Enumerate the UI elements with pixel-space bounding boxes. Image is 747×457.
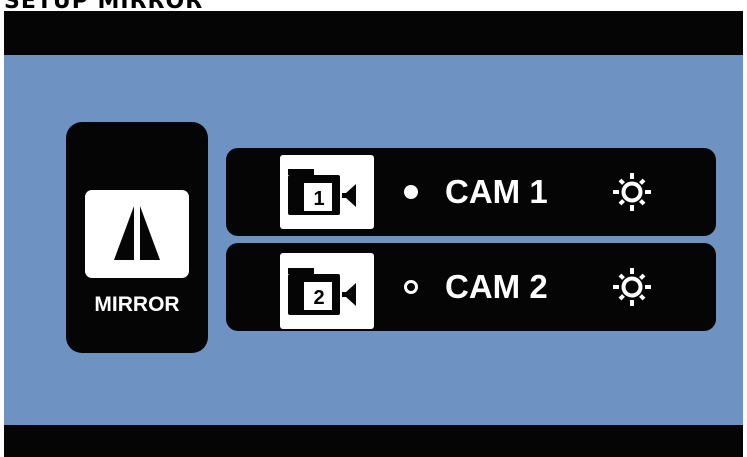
brightness-sun-icon <box>613 173 651 211</box>
cam-1-icon-tile: 1 <box>280 155 374 229</box>
cam-1-label: CAM 1 <box>445 173 548 210</box>
brightness-sun-icon <box>613 268 651 306</box>
cam-1-status-dot <box>404 185 418 199</box>
bottom-bar <box>4 425 743 457</box>
cam-2-icon-tile: 2 <box>280 253 374 329</box>
mirror-button[interactable]: MIRROR <box>66 122 208 353</box>
mirror-flip-icon <box>114 206 160 260</box>
monitor-screen: MIRROR 1 CAM 1 2 CAM 2 <box>4 11 743 457</box>
cam-2-brightness-icon[interactable] <box>612 267 652 307</box>
cam-2-row[interactable]: 2 CAM 2 <box>226 243 716 331</box>
top-bar <box>4 11 743 55</box>
page: SETUP MIRROR MIRROR 1 <box>0 0 747 457</box>
cam-1-number: 1 <box>313 188 325 210</box>
cam-1-brightness-icon[interactable] <box>612 172 652 212</box>
cam-2-label: CAM 2 <box>445 268 548 305</box>
mirror-label: MIRROR <box>94 293 180 316</box>
mirror-icon-tile <box>85 190 189 278</box>
cam-2-number: 2 <box>313 287 325 309</box>
cam-2-status-dot <box>404 280 418 294</box>
cam-1-row[interactable]: 1 CAM 1 <box>226 148 716 236</box>
